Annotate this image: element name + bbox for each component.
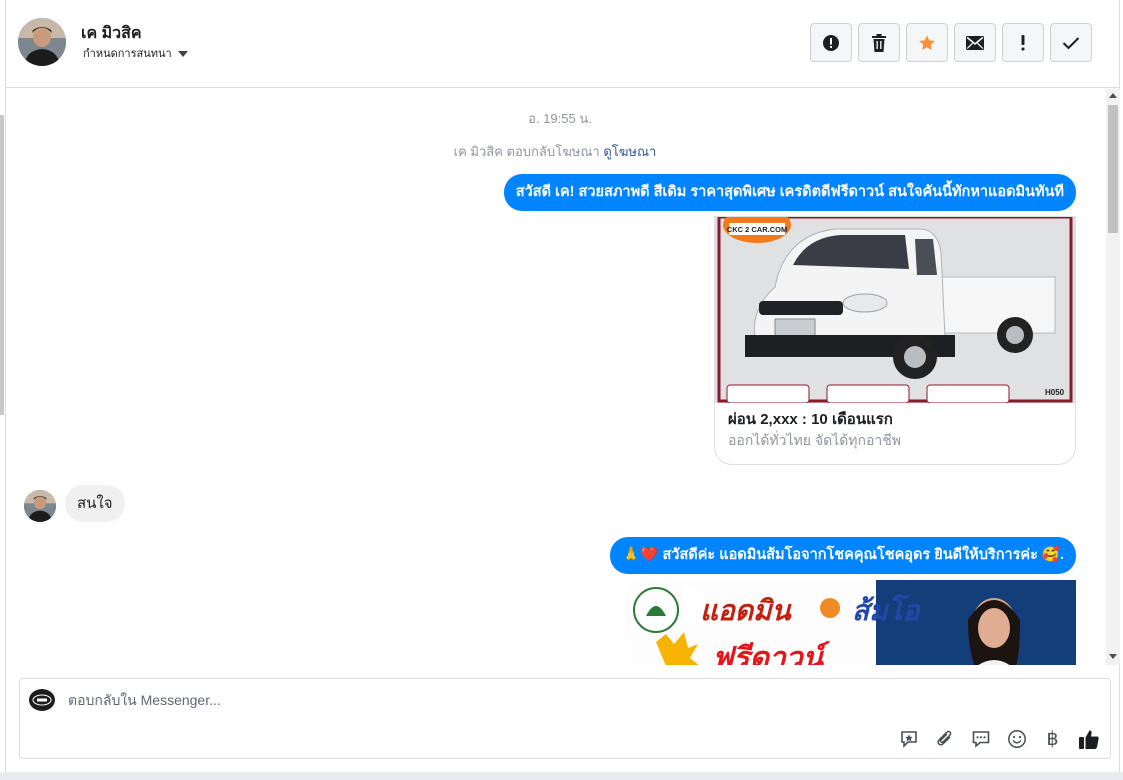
- card-logo-text: CKC 2 CAR.COM: [727, 225, 787, 234]
- follow-up-button[interactable]: [1002, 23, 1044, 62]
- incoming-message[interactable]: สนใจ: [65, 485, 125, 522]
- card-title: ผ่อน 2,xxx : 10 เดือนแรก: [728, 411, 893, 428]
- assign-label: กำหนดการสนทนา: [83, 48, 172, 60]
- banner-admin-text: แอดมิน: [700, 594, 793, 627]
- checkmark-icon: [1062, 36, 1080, 49]
- ad-reply-notice: เค มิวสิค ตอบกลับโฆษณา ดูโฆษณา: [6, 141, 1104, 162]
- contact-name: เค มิวสิค: [81, 25, 142, 42]
- reply-input[interactable]: [68, 690, 968, 710]
- chat-bubble-icon: [972, 730, 989, 748]
- saved-reply-icon: [900, 730, 917, 748]
- header-actions: [810, 23, 1092, 62]
- scroll-up-arrow[interactable]: [1109, 93, 1117, 98]
- like-button[interactable]: [1075, 725, 1102, 752]
- page-avatar: [29, 689, 55, 711]
- contact-avatar[interactable]: [18, 18, 66, 66]
- paperclip-icon: [936, 730, 951, 746]
- banner-name-text: ส้มโอ: [852, 593, 922, 627]
- outgoing-message-text: สวัสดีค่ะ แอดมินส้มโอจากโชคคุณโชคอุดร ยิ…: [662, 547, 1038, 563]
- truck-ad-image: CKC 2 CAR.COM H050: [715, 217, 1075, 403]
- pray-heart-emoji: 🙏❤️: [622, 547, 659, 563]
- composer-tools: ฿: [895, 725, 1102, 752]
- thread-scrollbar[interactable]: [1106, 89, 1120, 665]
- quick-replies-button[interactable]: [967, 725, 994, 752]
- attach-file-button[interactable]: [931, 725, 958, 752]
- message-thread[interactable]: อ. 19:55 น. เค มิวสิค ตอบกลับโฆษณา ดูโฆษ…: [6, 89, 1105, 665]
- saved-reply-button[interactable]: [895, 725, 922, 752]
- banner-free-down-text: ฟรีดาวน์: [712, 641, 830, 665]
- admin-promo-image: แอดมิน ส้มโอ ฟรีดาวน์: [626, 580, 1076, 665]
- sender-avatar[interactable]: [24, 490, 56, 522]
- inbox-panel: เค มิวสิค กำหนดการสนทนา อ. 19:55 น. เค ม…: [5, 0, 1120, 772]
- mark-done-button[interactable]: [1050, 23, 1092, 62]
- exclamation-icon: [1021, 34, 1025, 50]
- emoji-icon: [1007, 729, 1026, 748]
- smile-hearts-emoji: 🥰.: [1041, 547, 1064, 563]
- ad-reply-text: เค มิวสิค ตอบกลับโฆษณา: [453, 144, 600, 159]
- card-subtitle: ออกได้ทั่วไทย จัดได้ทุกอาชีพ: [728, 432, 902, 448]
- thumbs-up-icon: [1078, 729, 1099, 749]
- payment-button[interactable]: ฿: [1039, 725, 1066, 752]
- view-ad-link[interactable]: ดูโฆษณา: [603, 144, 656, 159]
- conversation-header: เค มิวสิค กำหนดการสนทนา: [6, 0, 1119, 88]
- mark-unread-button[interactable]: [954, 23, 996, 62]
- assign-conversation-dropdown[interactable]: กำหนดการสนทนา: [83, 44, 188, 62]
- alert-circle-icon: [823, 34, 839, 51]
- envelope-icon: [966, 35, 984, 50]
- star-icon: [919, 34, 935, 50]
- reply-composer: ฿: [19, 678, 1111, 759]
- ad-product-card[interactable]: CKC 2 CAR.COM H050 ผ่อน 2,xxx : 10 เดือน…: [714, 216, 1076, 465]
- bottom-edge: [0, 772, 1123, 780]
- mark-spam-button[interactable]: [810, 23, 852, 62]
- star-button[interactable]: [906, 23, 948, 62]
- card-code-text: H050: [1045, 388, 1065, 397]
- outgoing-message[interactable]: สวัสดี เค! สวยสภาพดี สีเดิม ราคาสุดพิเศษ…: [503, 174, 1076, 211]
- scroll-thumb[interactable]: [1108, 105, 1118, 233]
- caret-down-icon: [177, 50, 188, 57]
- left-panel-scroll-edge: [0, 115, 4, 415]
- scroll-down-arrow[interactable]: [1109, 654, 1117, 659]
- outgoing-message[interactable]: 🙏❤️ สวัสดีค่ะ แอดมินส้มโอจากโชคคุณโชคอุด…: [610, 537, 1076, 574]
- delete-button[interactable]: [858, 23, 900, 62]
- message-timestamp: อ. 19:55 น.: [528, 111, 592, 126]
- baht-icon: ฿: [1046, 727, 1059, 750]
- emoji-button[interactable]: [1003, 725, 1030, 752]
- trash-icon: [872, 33, 886, 52]
